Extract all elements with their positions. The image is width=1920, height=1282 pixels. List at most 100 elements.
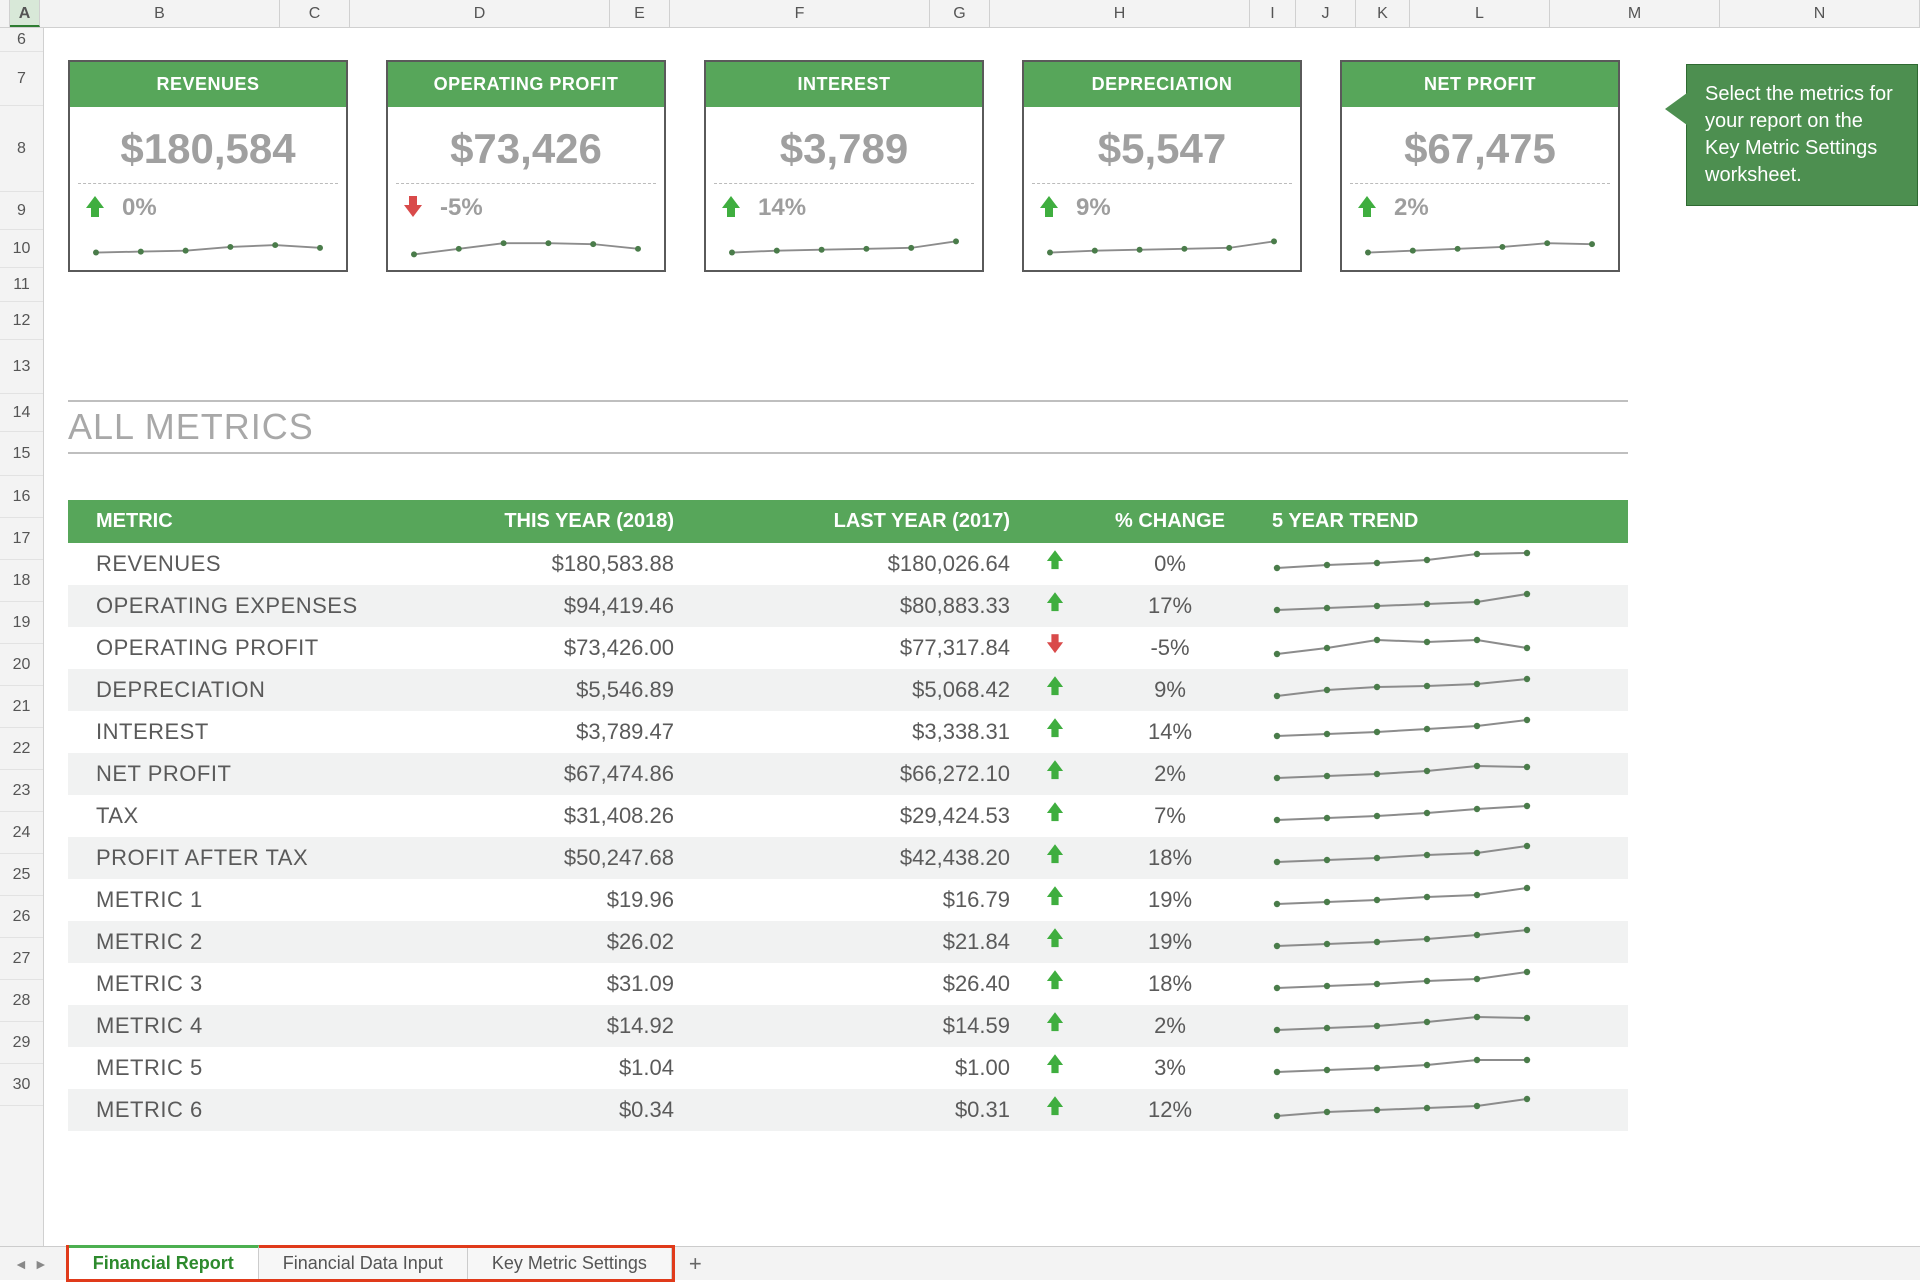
- row-header[interactable]: 23: [0, 770, 43, 812]
- column-header[interactable]: L: [1410, 0, 1550, 27]
- table-row[interactable]: METRIC 6 $0.34 $0.31 12%: [68, 1089, 1628, 1131]
- table-row[interactable]: TAX $31,408.26 $29,424.53 7%: [68, 795, 1628, 837]
- column-header[interactable]: N: [1720, 0, 1920, 27]
- row-header[interactable]: 30: [0, 1064, 43, 1106]
- kpi-card-change: -5%: [388, 184, 664, 226]
- column-header[interactable]: H: [990, 0, 1250, 27]
- row-header[interactable]: 21: [0, 686, 43, 728]
- cell-metric: INTEREST: [68, 719, 374, 745]
- table-row[interactable]: METRIC 5 $1.04 $1.00 3%: [68, 1047, 1628, 1089]
- arrow-up-icon: [1040, 196, 1058, 220]
- row-header[interactable]: 26: [0, 896, 43, 938]
- table-row[interactable]: METRIC 2 $26.02 $21.84 19%: [68, 921, 1628, 963]
- row-header[interactable]: 19: [0, 602, 43, 644]
- kpi-card-change-pct: 9%: [1076, 194, 1111, 222]
- cell-trend: [1260, 1008, 1620, 1044]
- cell-metric: METRIC 4: [68, 1013, 374, 1039]
- column-header[interactable]: I: [1250, 0, 1296, 27]
- row-header[interactable]: 6: [0, 28, 43, 52]
- table-row[interactable]: INTEREST $3,789.47 $3,338.31 14%: [68, 711, 1628, 753]
- cell-change: 19%: [1080, 929, 1260, 955]
- sheet-tab[interactable]: Key Metric Settings: [468, 1248, 672, 1279]
- select-all-corner[interactable]: [0, 0, 10, 27]
- row-header[interactable]: 14: [0, 394, 43, 432]
- row-header[interactable]: 22: [0, 728, 43, 770]
- column-header[interactable]: F: [670, 0, 930, 27]
- row-header[interactable]: 15: [0, 432, 43, 476]
- tab-nav-next-icon[interactable]: ►: [34, 1256, 48, 1272]
- row-header[interactable]: 16: [0, 476, 43, 518]
- add-sheet-button[interactable]: +: [689, 1251, 702, 1277]
- column-header[interactable]: B: [40, 0, 280, 27]
- cell-this-year: $19.96: [374, 887, 694, 913]
- row-header[interactable]: 27: [0, 938, 43, 980]
- table-row[interactable]: METRIC 1 $19.96 $16.79 19%: [68, 879, 1628, 921]
- row-header[interactable]: 25: [0, 854, 43, 896]
- row-header[interactable]: 12: [0, 302, 43, 340]
- cell-this-year: $0.34: [374, 1097, 694, 1123]
- cell-trend: [1260, 924, 1620, 960]
- row-header[interactable]: 7: [0, 52, 43, 106]
- table-row[interactable]: REVENUES $180,583.88 $180,026.64 0%: [68, 543, 1628, 585]
- row-header[interactable]: 17: [0, 518, 43, 560]
- callout-tip: Select the metrics for your report on th…: [1686, 64, 1918, 206]
- cell-metric: PROFIT AFTER TAX: [68, 845, 374, 871]
- row-header[interactable]: 10: [0, 230, 43, 268]
- row-header[interactable]: 11: [0, 268, 43, 302]
- column-header[interactable]: C: [280, 0, 350, 27]
- kpi-card-change: 9%: [1024, 184, 1300, 226]
- cell-last-year: $26.40: [694, 971, 1030, 997]
- kpi-card-value: $73,426: [396, 107, 656, 184]
- cell-this-year: $31.09: [374, 971, 694, 997]
- kpi-card-value: $180,584: [78, 107, 338, 184]
- column-header[interactable]: D: [350, 0, 610, 27]
- sheet-tab[interactable]: Financial Data Input: [259, 1248, 468, 1279]
- worksheet-grid[interactable]: REVENUES $180,584 0% OPERATING PROFIT $7…: [44, 28, 1920, 1246]
- cell-this-year: $31,408.26: [374, 803, 694, 829]
- th-last-year: LAST YEAR (2017): [694, 510, 1030, 533]
- cell-metric: METRIC 6: [68, 1097, 374, 1123]
- table-row[interactable]: METRIC 4 $14.92 $14.59 2%: [68, 1005, 1628, 1047]
- cell-this-year: $67,474.86: [374, 761, 694, 787]
- column-header[interactable]: M: [1550, 0, 1720, 27]
- cell-metric: TAX: [68, 803, 374, 829]
- row-header[interactable]: 9: [0, 192, 43, 230]
- cell-metric: METRIC 2: [68, 929, 374, 955]
- table-row[interactable]: OPERATING EXPENSES $94,419.46 $80,883.33…: [68, 585, 1628, 627]
- kpi-card-value: $67,475: [1350, 107, 1610, 184]
- cell-trend: [1260, 798, 1620, 834]
- row-header[interactable]: 18: [0, 560, 43, 602]
- table-row[interactable]: PROFIT AFTER TAX $50,247.68 $42,438.20 1…: [68, 837, 1628, 879]
- column-header[interactable]: E: [610, 0, 670, 27]
- cell-metric: METRIC 5: [68, 1055, 374, 1081]
- cell-last-year: $180,026.64: [694, 551, 1030, 577]
- row-headers: 6789101112131415161718192021222324252627…: [0, 28, 44, 1246]
- table-row[interactable]: OPERATING PROFIT $73,426.00 $77,317.84 -…: [68, 627, 1628, 669]
- cell-metric: METRIC 1: [68, 887, 374, 913]
- column-header[interactable]: G: [930, 0, 990, 27]
- cell-last-year: $29,424.53: [694, 803, 1030, 829]
- row-header[interactable]: 13: [0, 340, 43, 394]
- arrow-up-icon: [1047, 1054, 1063, 1076]
- row-header[interactable]: 29: [0, 1022, 43, 1064]
- table-row[interactable]: METRIC 3 $31.09 $26.40 18%: [68, 963, 1628, 1005]
- column-header[interactable]: K: [1356, 0, 1410, 27]
- kpi-card-change-pct: 14%: [758, 194, 806, 222]
- cell-trend: [1260, 966, 1620, 1002]
- kpi-card-title: NET PROFIT: [1342, 62, 1618, 107]
- sheet-tab[interactable]: Financial Report: [69, 1245, 259, 1279]
- column-header[interactable]: A: [10, 0, 40, 27]
- arrow-up-icon: [1047, 886, 1063, 908]
- column-header[interactable]: J: [1296, 0, 1356, 27]
- arrow-down-icon: [1047, 634, 1063, 656]
- tab-nav-prev-icon[interactable]: ◄: [14, 1256, 28, 1272]
- sheet-tab-bar: ◄ ► Financial ReportFinancial Data Input…: [0, 1246, 1920, 1280]
- row-header[interactable]: 20: [0, 644, 43, 686]
- row-header[interactable]: 28: [0, 980, 43, 1022]
- row-header[interactable]: 24: [0, 812, 43, 854]
- cell-trend: [1260, 546, 1620, 582]
- table-row[interactable]: NET PROFIT $67,474.86 $66,272.10 2%: [68, 753, 1628, 795]
- row-header[interactable]: 8: [0, 106, 43, 192]
- cell-last-year: $1.00: [694, 1055, 1030, 1081]
- table-row[interactable]: DEPRECIATION $5,546.89 $5,068.42 9%: [68, 669, 1628, 711]
